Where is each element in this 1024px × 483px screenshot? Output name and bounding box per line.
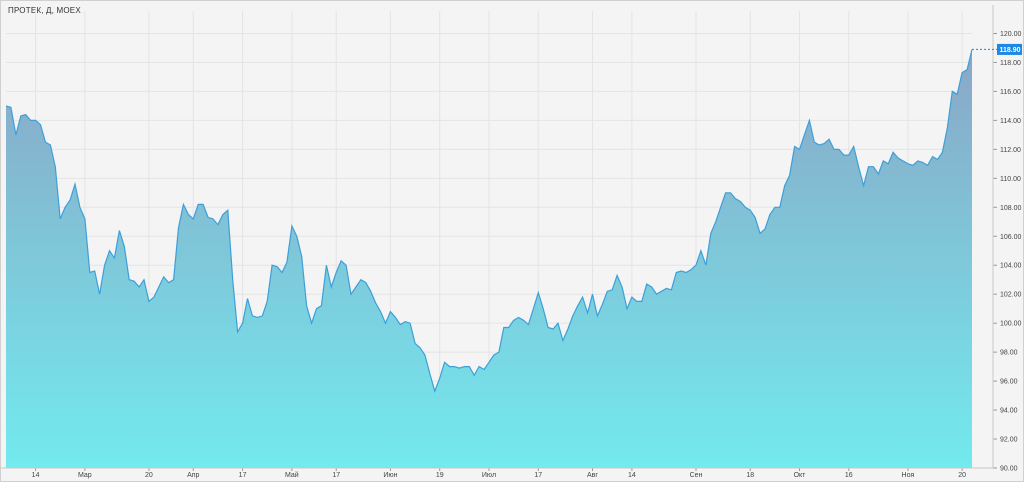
chart-svg[interactable]: 120.00 118.00 116.00 114.00 112.00 110.00 108.…	[1, 1, 1024, 483]
x-tick-label: Ноя	[902, 472, 915, 479]
y-tick-label: 114.00	[1000, 118, 1021, 125]
y-tick-label: 108.00	[1000, 205, 1022, 212]
y-tick-label: 112.00	[1000, 147, 1021, 154]
y-tick-label: 104.00	[1000, 263, 1022, 270]
x-tick-label: Апр	[187, 472, 199, 479]
x-tick-label: Мар	[78, 472, 92, 479]
y-tick-label: 90.00	[1000, 466, 1018, 473]
y-tick-label: 118.00	[1000, 60, 1021, 67]
x-tick-label: Авг	[587, 472, 598, 479]
chart-container: ПРОТЕК, Д, MOEX 120.00 118.00 116.00 114.00…	[0, 0, 1024, 482]
x-tick-label: Окт	[794, 472, 807, 479]
x-tick-label: 16	[845, 472, 853, 479]
y-tick-label: 110.00	[1000, 176, 1021, 183]
x-tick-label: Май	[285, 471, 299, 479]
x-tick-label: 14	[32, 472, 40, 479]
y-tick-label: 100.00	[1000, 321, 1022, 328]
x-tick-label: Сен	[690, 472, 703, 479]
last-price-label: 118.90	[1000, 47, 1021, 54]
x-tick-label: 18	[746, 472, 754, 479]
x-tick-label: 19	[436, 472, 444, 479]
x-tick-label: 20	[958, 472, 966, 479]
y-tick-label: 92.00	[1000, 437, 1018, 444]
y-tick-label: 102.00	[1000, 292, 1022, 299]
x-tick-label: 17	[239, 472, 247, 479]
x-tick-label: 17	[534, 472, 542, 479]
y-tick-label: 120.00	[1000, 31, 1022, 38]
y-tick-label: 106.00	[1000, 234, 1022, 241]
y-tick-label: 116.00	[1000, 89, 1021, 96]
x-tick-label: 14	[628, 472, 636, 479]
y-tick-label: 98.00	[1000, 350, 1018, 357]
x-tick-label: Июл	[482, 472, 496, 479]
last-price-tag: 118.90	[972, 43, 1022, 55]
y-tick-label: 94.00	[1000, 408, 1018, 415]
x-tick-label: Июн	[383, 472, 397, 479]
y-tick-label: 96.00	[1000, 379, 1018, 386]
x-tick-label: 17	[332, 472, 340, 479]
x-tick-label: 20	[145, 472, 153, 479]
